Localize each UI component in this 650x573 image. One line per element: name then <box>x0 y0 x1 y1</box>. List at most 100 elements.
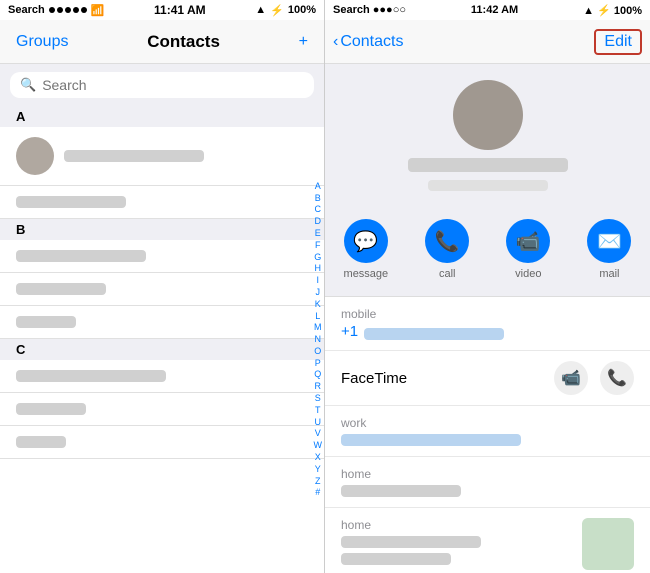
index-y[interactable]: Y <box>314 464 323 475</box>
video-button[interactable]: 📹 <box>506 219 550 263</box>
index-v[interactable]: V <box>314 428 323 439</box>
facetime-video-button[interactable]: 📹 <box>554 361 588 395</box>
contact-name-block <box>16 196 308 208</box>
index-b[interactable]: B <box>314 193 323 204</box>
search-app-label: Search <box>8 4 45 16</box>
mobile-number-bar <box>364 328 504 340</box>
add-contact-button[interactable]: + <box>299 33 308 51</box>
right-time: 11:42 AM <box>471 4 518 16</box>
index-i[interactable]: I <box>314 275 323 286</box>
index-x[interactable]: X <box>314 452 323 463</box>
index-o[interactable]: O <box>314 346 323 357</box>
left-status-bar: Search 📶 11:41 AM ▲ ⚡ 100% <box>0 0 324 20</box>
index-e[interactable]: E <box>314 228 323 239</box>
index-p[interactable]: P <box>314 358 323 369</box>
dot3 <box>65 7 71 13</box>
location-icon: ▲ <box>255 4 266 16</box>
message-button[interactable]: 💬 <box>344 219 388 263</box>
dot1 <box>49 7 55 13</box>
index-hash[interactable]: # <box>314 487 323 498</box>
contact-name-block <box>16 370 308 382</box>
mail-action: ✉️ mail <box>587 219 631 280</box>
index-r[interactable]: R <box>314 381 323 392</box>
facetime-phone-icon: 📞 <box>607 368 627 388</box>
index-m[interactable]: M <box>314 322 323 333</box>
signal-dots <box>49 7 87 13</box>
home-email-label: home <box>341 467 634 481</box>
message-action: 💬 message <box>344 219 389 280</box>
index-h[interactable]: H <box>314 263 323 274</box>
contact-detail-phone-bar <box>428 180 548 191</box>
bluetooth-icon: ⚡ <box>270 4 284 17</box>
contact-name-bar <box>16 196 126 208</box>
index-d[interactable]: D <box>314 216 323 227</box>
contact-name-bar <box>16 283 106 295</box>
bluetooth-icon-right: ⚡ <box>597 5 611 17</box>
mail-label: mail <box>599 268 619 280</box>
contact-detail-panel: Search ●●●○○ 11:42 AM ▲ ⚡ 100% ‹ Contact… <box>325 0 650 573</box>
call-button[interactable]: 📞 <box>425 219 469 263</box>
contact-name-block <box>16 436 308 448</box>
index-a[interactable]: A <box>314 181 323 192</box>
list-item[interactable] <box>0 186 324 219</box>
index-l[interactable]: L <box>314 311 323 322</box>
search-input-wrapper[interactable]: 🔍 <box>10 72 314 98</box>
contact-detail-name-bar <box>408 158 568 172</box>
back-button[interactable]: ‹ Contacts <box>333 33 403 51</box>
search-bar: 🔍 <box>0 64 324 106</box>
work-label: work <box>341 416 634 430</box>
work-field: work <box>325 406 650 457</box>
list-item[interactable] <box>0 127 324 186</box>
facetime-icons: 📹 📞 <box>554 361 634 395</box>
index-z[interactable]: Z <box>314 476 323 487</box>
search-input[interactable] <box>42 77 304 93</box>
video-icon: 📹 <box>516 229 541 254</box>
mail-button[interactable]: ✉️ <box>587 219 631 263</box>
contact-name-bar <box>16 436 66 448</box>
index-t[interactable]: T <box>314 405 323 416</box>
home-email-field: home <box>325 457 650 508</box>
index-g[interactable]: G <box>314 252 323 263</box>
edit-button[interactable]: Edit <box>594 29 642 55</box>
index-k[interactable]: K <box>314 299 323 310</box>
facetime-label: FaceTime <box>341 370 407 387</box>
index-q[interactable]: Q <box>314 369 323 380</box>
index-w[interactable]: W <box>314 440 323 451</box>
contact-name-bar <box>64 150 204 162</box>
right-signal: ●●●○○ <box>373 4 406 16</box>
section-header-c: C <box>0 339 324 360</box>
call-label: call <box>439 268 456 280</box>
list-item[interactable] <box>0 273 324 306</box>
dot2 <box>57 7 63 13</box>
home-address-field: home <box>325 508 650 573</box>
contact-name-block <box>16 403 308 415</box>
facetime-call-button[interactable]: 📞 <box>600 361 634 395</box>
video-action: 📹 video <box>506 219 550 280</box>
mail-icon: ✉️ <box>597 229 622 254</box>
contacts-title: Contacts <box>147 32 220 52</box>
contact-detail-scroll: 💬 message 📞 call 📹 video ✉️ ma <box>325 64 650 573</box>
home-address-label: home <box>341 518 572 532</box>
dot4 <box>73 7 79 13</box>
home-address-content: home <box>341 518 572 565</box>
status-app-name: Search 📶 <box>8 4 104 17</box>
index-f[interactable]: F <box>314 240 323 251</box>
map-thumbnail[interactable] <box>582 518 634 570</box>
dot5 <box>81 7 87 13</box>
list-item[interactable] <box>0 306 324 339</box>
index-s[interactable]: S <box>314 393 323 404</box>
list-item[interactable] <box>0 240 324 273</box>
index-u[interactable]: U <box>314 417 323 428</box>
groups-button[interactable]: Groups <box>16 33 68 51</box>
search-icon: 🔍 <box>20 77 36 93</box>
facetime-field: FaceTime 📹 📞 <box>325 351 650 406</box>
list-item[interactable] <box>0 360 324 393</box>
list-item[interactable] <box>0 393 324 426</box>
index-c[interactable]: C <box>314 204 323 215</box>
contact-name-bar <box>16 370 166 382</box>
list-item[interactable] <box>0 426 324 459</box>
index-j[interactable]: J <box>314 287 323 298</box>
right-app-name: Search ●●●○○ <box>333 4 406 16</box>
right-status-bar: Search ●●●○○ 11:42 AM ▲ ⚡ 100% <box>325 0 650 20</box>
index-n[interactable]: N <box>314 334 323 345</box>
